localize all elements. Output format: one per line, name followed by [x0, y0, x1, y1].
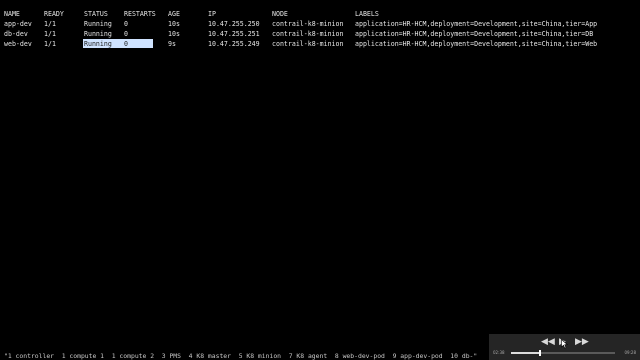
rewind-icon[interactable]: ◀◀	[541, 337, 555, 347]
fast-forward-icon[interactable]: ▶▶	[575, 337, 589, 347]
seek-handle[interactable]	[539, 350, 542, 356]
header-labels: LABELS	[355, 10, 379, 18]
pod-labels: application=HR-HCM,deployment=Developmen…	[355, 40, 598, 48]
header-age: AGE	[168, 10, 180, 18]
header-restarts: RESTARTS	[124, 10, 156, 18]
pod-restarts: 0	[124, 20, 128, 28]
pod-ip: 10.47.255.250	[208, 20, 260, 28]
terminal-screen: NAME READY STATUS RESTARTS AGE IP NODE L…	[0, 0, 640, 360]
pod-labels: application=HR-HCM,deployment=Developmen…	[355, 30, 594, 38]
pod-status: Running	[84, 30, 112, 38]
table-row: web-dev 1/1 Running 0 9s 10.47.255.249 c…	[0, 39, 640, 49]
terminal-output[interactable]: NAME READY STATUS RESTARTS AGE IP NODE L…	[0, 0, 640, 340]
pod-ready: 1/1	[44, 20, 56, 28]
pod-node: contrail-k8-minion	[272, 30, 344, 38]
pod-ready: 1/1	[44, 40, 56, 48]
header-ready: READY	[44, 10, 64, 18]
pod-age: 10s	[168, 20, 180, 28]
pod-status: Running	[84, 20, 112, 28]
header-ip: IP	[208, 10, 216, 18]
table-row: db-dev 1/1 Running 0 10s 10.47.255.251 c…	[0, 29, 640, 39]
pod-ip: 10.47.255.251	[208, 30, 260, 38]
header-status: STATUS	[84, 10, 108, 18]
seek-progress	[511, 352, 541, 354]
total-time: 09:28	[624, 350, 636, 355]
table-row: app-dev 1/1 Running 0 10s 10.47.255.250 …	[0, 19, 640, 29]
current-time: 02:38	[493, 350, 505, 355]
pod-status: Running	[84, 40, 112, 48]
pod-name: db-dev	[4, 30, 28, 38]
pod-node: contrail-k8-minion	[272, 40, 344, 48]
table-header-row: NAME READY STATUS RESTARTS AGE IP NODE L…	[0, 9, 640, 19]
pod-restarts: 0	[124, 30, 128, 38]
header-node: NODE	[272, 10, 288, 18]
pod-restarts: 0	[124, 40, 128, 48]
header-name: NAME	[4, 10, 20, 18]
video-player-controls: ◀◀ ▶ ▶▶ 02:38 09:28	[489, 334, 640, 360]
pod-age: 9s	[168, 40, 176, 48]
pod-ready: 1/1	[44, 30, 56, 38]
pod-name: web-dev	[4, 40, 32, 48]
pod-node: contrail-k8-minion	[272, 20, 344, 28]
pod-age: 10s	[168, 30, 180, 38]
pod-name: app-dev	[4, 20, 32, 28]
pod-ip: 10.47.255.249	[208, 40, 260, 48]
seek-bar[interactable]	[511, 350, 615, 356]
pod-labels: application=HR-HCM,deployment=Developmen…	[355, 20, 598, 28]
mouse-pointer-icon	[561, 339, 569, 349]
